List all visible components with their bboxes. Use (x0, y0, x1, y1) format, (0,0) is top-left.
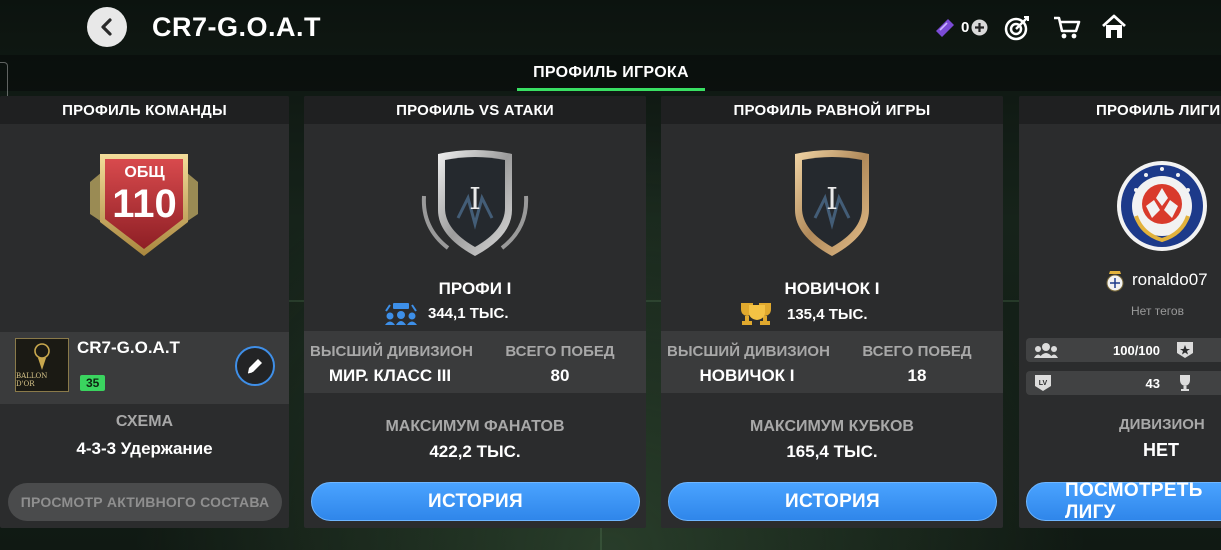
ticket-icon (936, 19, 954, 37)
league-crest (1117, 161, 1207, 251)
ovr-value: 110 (112, 182, 177, 226)
stat-label: ВЫСШИЙ ДИВИЗИОН (667, 343, 830, 360)
stat-value: 80 (550, 366, 570, 385)
back-button[interactable] (87, 7, 127, 47)
highest-division-stat: ВЫСШИЙ ДИВИЗИОН НОВИЧОК I (667, 343, 830, 386)
level-badge: 35 (80, 375, 106, 391)
team-profile-card: ПРОФИЛЬ КОМАНДЫ ОБЩ 110 BALLON D'OR CR7-… (0, 96, 289, 528)
fans-icon (385, 303, 417, 325)
currency-count: 0 (961, 19, 970, 36)
level-pill: LV 43 (1026, 371, 1176, 395)
rank-name: НОВИЧОК I (784, 279, 880, 298)
top-bar: CR7-G.O.A.T 0 (0, 0, 1221, 55)
ovr-label: ОБЩ (124, 164, 165, 181)
division-value: НЕТ (1143, 440, 1179, 460)
rank-name: ПРОФИ I (438, 279, 512, 298)
history-button[interactable]: ИСТОРИЯ (668, 482, 997, 521)
max-value: 165,4 ТЫС. (786, 442, 878, 461)
page-title: CR7-G.O.A.T (152, 12, 322, 42)
league-username: ronaldo07 (1132, 270, 1208, 289)
ballon-dor-text: BALLON D'OR (16, 372, 48, 388)
stats-box: ВЫСШИЙ ДИВИЗИОН МИР. КЛАСС III ВСЕГО ПОБ… (304, 331, 646, 393)
card-title: ПРОФИЛЬ КОМАНДЫ (0, 96, 289, 124)
attack-profile-card: ПРОФИЛЬ VS АТАКИ I ПРОФИ I 344,1 ТЫС. ВЫ… (304, 96, 646, 528)
rank-points-row: 135,4 ТЫС. (737, 301, 868, 327)
store-cart-icon[interactable] (1053, 15, 1081, 41)
max-label: МАКСИМУМ КУБКОВ (750, 418, 914, 435)
chevron-left-icon (101, 18, 112, 36)
league-user: ronaldo07 (1104, 268, 1208, 292)
max-value: 422,2 ТЫС. (429, 442, 521, 461)
rank-points: 135,4 ТЫС. (787, 305, 868, 323)
tags-text: Нет тегов (1131, 304, 1184, 318)
pencil-icon (247, 359, 262, 374)
trophy-icon (1180, 375, 1190, 391)
edit-profile-button[interactable] (235, 346, 275, 386)
members-value: 100/100 (1113, 342, 1160, 358)
rivals-profile-card: ПРОФИЛЬ РАВНОЙ ИГРЫ I НОВИЧОК I 135,4 ТЫ… (661, 96, 1003, 528)
tab-player-profile[interactable]: ПРОФИЛЬ ИГРОКА (517, 55, 705, 91)
division-label: ДИВИЗИОН (1119, 416, 1205, 433)
svg-text:LV: LV (1039, 380, 1048, 387)
level-icon: LV (1035, 375, 1051, 391)
trophy-pill (1168, 371, 1221, 395)
rank-points-row: 344,1 ТЫС. (384, 301, 509, 325)
total-wins-stat: ВСЕГО ПОБЕД 80 (490, 343, 630, 386)
highest-division-stat: ВЫСШИЙ ДИВИЗИОН МИР. КЛАСС III (310, 343, 473, 386)
stat-label: ВЫСШИЙ ДИВИЗИОН (310, 343, 473, 360)
rank-numeral: I (826, 182, 838, 217)
player-name: CR7-G.O.A.T (77, 338, 180, 357)
star-badge-icon (1177, 342, 1193, 358)
add-currency-icon[interactable] (971, 19, 988, 36)
ballon-dor-badge: BALLON D'OR (15, 338, 69, 392)
tab-strip: ПРОФИЛЬ ИГРОКА (0, 55, 1221, 91)
rating-pill (1168, 338, 1221, 362)
card-title: ПРОФИЛЬ РАВНОЙ ИГРЫ (661, 96, 1003, 124)
club-badge-icon (1106, 271, 1124, 292)
rank-numeral: I (469, 182, 481, 217)
view-active-squad-button[interactable]: ПРОСМОТР АКТИВНОГО СОСТАВА (8, 483, 282, 521)
members-pill: 100/100 (1026, 338, 1176, 362)
view-league-button[interactable]: ПОСМОТРЕТЬ ЛИГУ (1026, 480, 1221, 523)
formation-value: 4-3-3 Удержание (76, 439, 213, 458)
objectives-icon[interactable] (1003, 14, 1031, 42)
stat-value: МИР. КЛАСС III (328, 366, 452, 385)
card-title: ПРОФИЛЬ VS АТАКИ (304, 96, 646, 124)
history-button[interactable]: ИСТОРИЯ (311, 482, 640, 521)
stats-box: ВЫСШИЙ ДИВИЗИОН НОВИЧОК I ВСЕГО ПОБЕД 18 (661, 331, 1003, 393)
stat-value: 18 (907, 366, 927, 385)
max-label: МАКСИМУМ ФАНАТОВ (385, 418, 565, 435)
stat-label: ВСЕГО ПОБЕД (862, 343, 972, 360)
card-title: ПРОФИЛЬ ЛИГИ (1019, 96, 1221, 124)
total-wins-stat: ВСЕГО ПОБЕД 18 (847, 343, 987, 386)
ballon-dor-icon (34, 343, 50, 370)
rank-points: 344,1 ТЫС. (428, 304, 509, 322)
formation-label: СХЕМА (115, 413, 174, 430)
stat-value: НОВИЧОК I (699, 366, 795, 385)
league-profile-card: ПРОФИЛЬ ЛИГИ ronaldo07 Нет тегов 100/100… (1019, 96, 1221, 528)
members-icon (1034, 343, 1058, 358)
trophies-icon (741, 303, 771, 325)
level-value: 43 (1145, 375, 1160, 391)
stat-label: ВСЕГО ПОБЕД (505, 343, 615, 360)
home-icon[interactable] (1100, 13, 1128, 41)
